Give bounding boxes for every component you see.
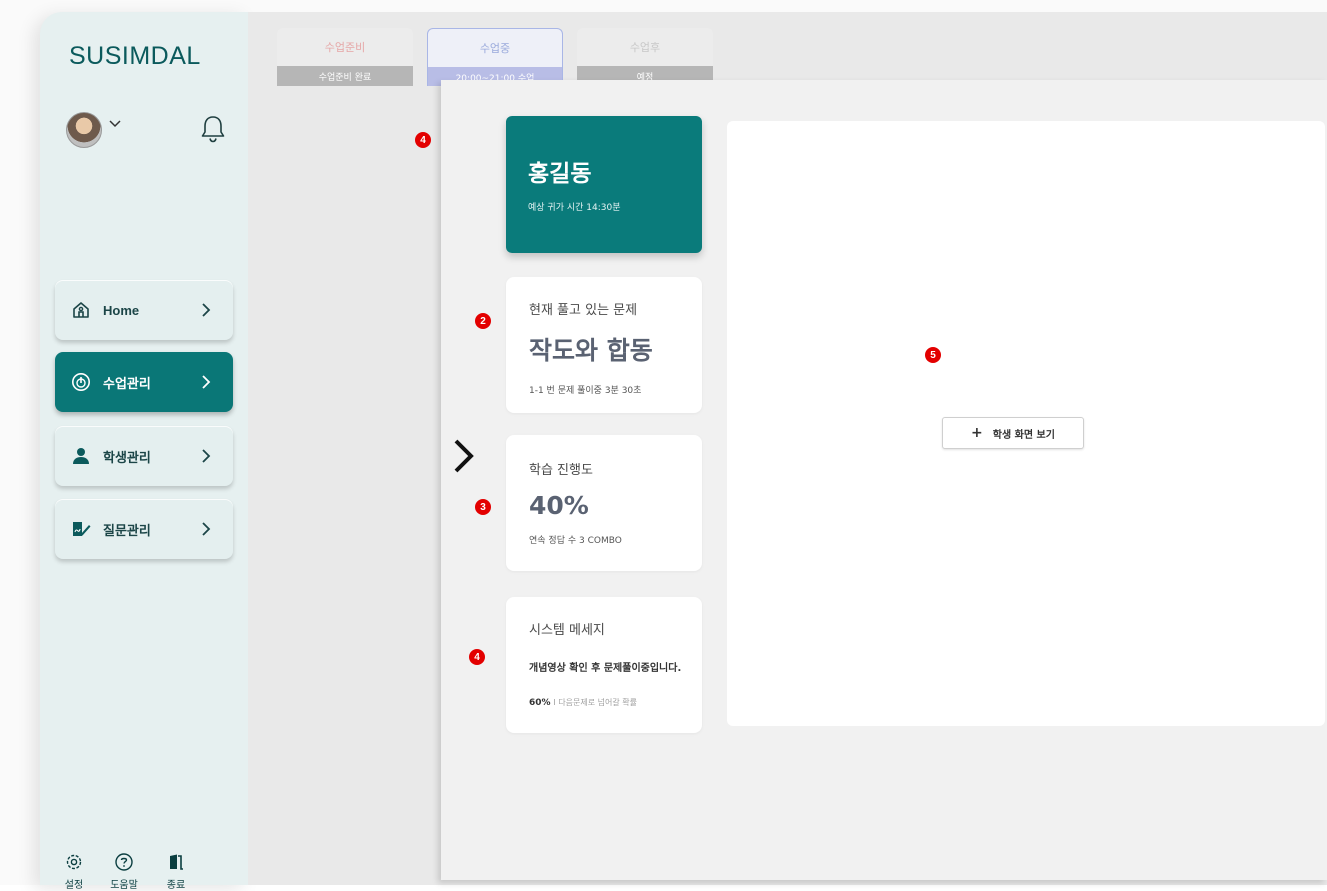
gear-icon [66, 854, 82, 870]
probability-label: I 다음문제로 넘어갈 확률 [553, 698, 638, 707]
sidebar-item-label: 질문관리 [103, 522, 151, 538]
annotation-marker: 5 [925, 347, 941, 363]
probability-value: 60% [529, 698, 551, 708]
progress-percent: 40% [529, 491, 589, 520]
class-content-panel: 홍길동 예상 귀가 시간 14:30분 현재 풀고 있는 문제 작도와 합동 1… [441, 80, 1327, 880]
annotation-marker: 4 [469, 649, 485, 665]
exit-door-icon [170, 854, 183, 870]
problem-name: 작도와 합동 [529, 336, 653, 365]
help-icon [115, 853, 133, 871]
student-name: 홍길동 [528, 161, 592, 187]
tab-in-class[interactable]: 수업중 20:00~21:00 수업 [427, 28, 563, 86]
sidebar-item-label: 학생관리 [103, 449, 151, 465]
chevron-down-icon[interactable] [108, 116, 122, 130]
person-icon [71, 446, 91, 466]
chevron-right-icon [202, 375, 211, 389]
footer-label: 설정 [64, 880, 84, 891]
sidebar: SUSIMDAL Home 수업관리 학생관리 질문관리 설정 도움말 종료 [40, 12, 248, 891]
card-title: 현재 풀고 있는 문제 [529, 303, 638, 318]
return-time: 예상 귀가 시간 14:30분 [528, 203, 621, 213]
exit-button[interactable]: 종료 [156, 852, 196, 891]
annotation-marker: 4 [415, 132, 431, 148]
footer-label: 종료 [166, 880, 186, 891]
student-card[interactable]: 홍길동 예상 귀가 시간 14:30분 [506, 116, 702, 253]
card-title: 시스템 메세지 [529, 623, 605, 638]
question-edit-icon [71, 519, 91, 539]
view-student-screen-button[interactable]: + 학생 화면 보기 [942, 417, 1084, 449]
sidebar-item-question-management[interactable]: 질문관리 [55, 499, 233, 559]
sidebar-item-student-management[interactable]: 학생관리 [55, 426, 233, 486]
avatar[interactable] [66, 112, 102, 148]
system-message: 개념영상 확인 후 문제풀이중입니다. [529, 663, 682, 674]
tab-class-prep[interactable]: 수업준비 수업준비 완료 [277, 28, 413, 86]
plus-icon: + [971, 425, 983, 441]
next-problem-probability: 60% I 다음문제로 넘어갈 확률 [529, 697, 637, 708]
tab-title: 수업후 [629, 41, 661, 54]
chevron-right-icon[interactable] [453, 438, 475, 474]
brand-logo: SUSIMDAL [69, 42, 201, 70]
bell-icon[interactable] [200, 114, 226, 144]
sidebar-item-home[interactable]: Home [55, 280, 233, 340]
footer-label: 도움말 [110, 880, 138, 891]
chevron-right-icon [202, 303, 211, 317]
home-icon [71, 300, 91, 320]
view-student-screen-label: 학생 화면 보기 [992, 429, 1055, 441]
help-button[interactable]: 도움말 [104, 852, 144, 891]
annotation-marker: 3 [475, 499, 491, 515]
sidebar-item-label: Home [103, 302, 140, 318]
current-problem-card: 현재 풀고 있는 문제 작도와 합동 1-1 번 문제 풀이중 3분 30초 [506, 277, 702, 413]
tab-after-class[interactable]: 수업후 예정 [577, 28, 713, 86]
class-icon [71, 372, 91, 392]
chevron-right-icon [202, 522, 211, 536]
student-screen-viewer: + 학생 화면 보기 [727, 121, 1325, 726]
problem-status: 1-1 번 문제 풀이중 3분 30초 [529, 386, 642, 396]
main-area: 수업준비 수업준비 완료 수업중 20:00~21:00 수업 수업후 예정 홍… [248, 12, 1327, 885]
combo-count: 연속 정답 수 3 COMBO [529, 536, 622, 546]
chevron-right-icon [202, 449, 211, 463]
tab-title: 수업중 [479, 42, 511, 55]
tab-status: 수업준비 완료 [277, 66, 413, 86]
tab-title: 수업준비 [324, 41, 366, 54]
settings-button[interactable]: 설정 [54, 852, 94, 891]
system-message-card: 시스템 메세지 개념영상 확인 후 문제풀이중입니다. 60% I 다음문제로 … [506, 597, 702, 733]
sidebar-item-label: 수업관리 [103, 375, 151, 391]
annotation-marker: 2 [475, 313, 491, 329]
progress-card: 학습 진행도 40% 연속 정답 수 3 COMBO [506, 435, 702, 571]
card-title: 학습 진행도 [529, 463, 593, 478]
sidebar-item-class-management[interactable]: 수업관리 [55, 352, 233, 412]
